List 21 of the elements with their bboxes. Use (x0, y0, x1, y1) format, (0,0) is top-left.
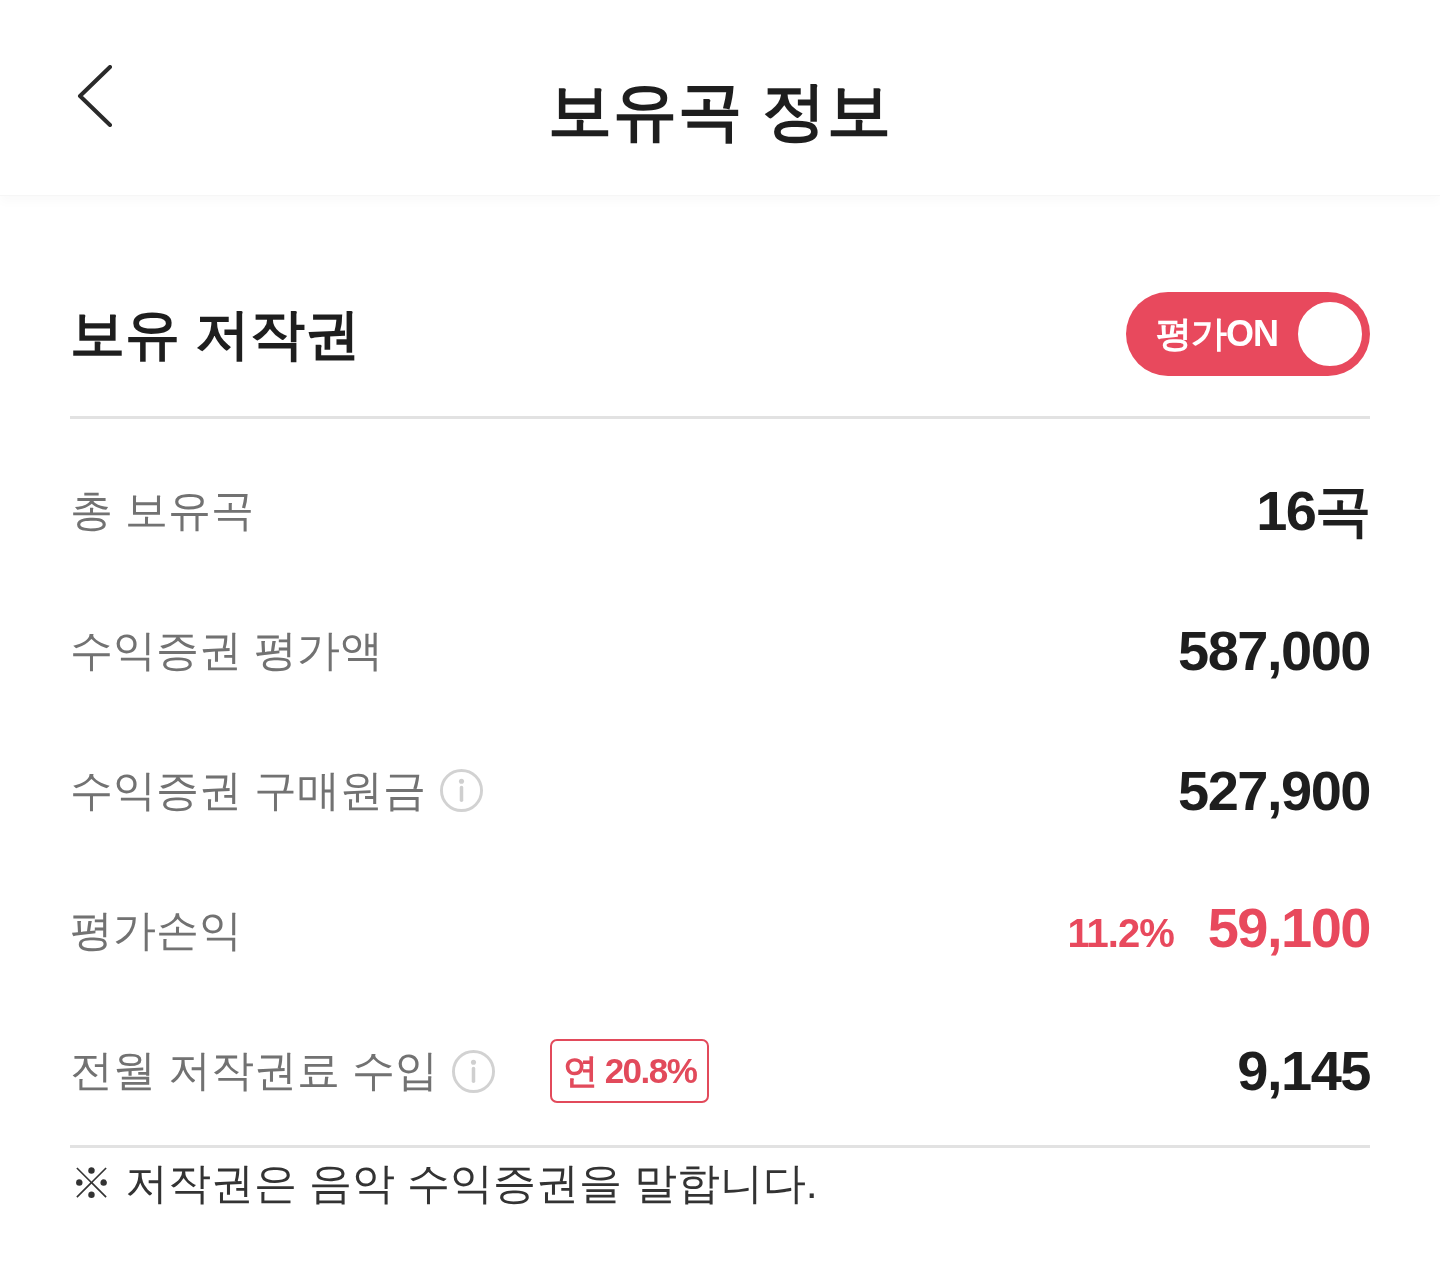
row-label: 총 보유곡 (70, 487, 254, 535)
back-button[interactable] (77, 64, 113, 127)
annual-rate-tag: 연 20.8% (549, 1039, 710, 1103)
row-label: 전월 저작권료 수입 (70, 1047, 438, 1095)
evaluation-toggle[interactable]: 평가ON (1126, 292, 1370, 376)
profit-rate: 11.2% (1067, 909, 1174, 957)
row-value: 16곡 (1256, 483, 1370, 539)
page-title: 보유곡 정보 (548, 73, 892, 143)
footnote-text: ※ 저작권은 음악 수익증권을 말합니다. (70, 1158, 819, 1209)
row-label: 수익증권 평가액 (70, 627, 383, 675)
row-label: 평가손익 (70, 907, 242, 955)
row-value: 9,145 (1237, 1043, 1370, 1099)
info-icon[interactable] (451, 1049, 495, 1093)
row-label: 수익증권 구매원금 (70, 767, 426, 815)
info-icon[interactable] (439, 769, 483, 813)
back-chevron-icon (77, 64, 113, 127)
row-value: 527,900 (1178, 763, 1370, 819)
section-title: 보유 저작권 (70, 306, 361, 362)
row-value: 587,000 (1178, 623, 1370, 679)
toggle-knob-icon (1295, 299, 1365, 369)
row-value: 59,100 (1207, 899, 1370, 956)
